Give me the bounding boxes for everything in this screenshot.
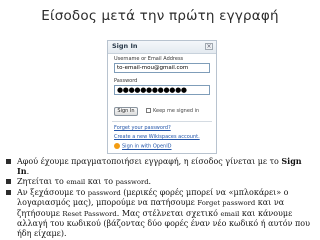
bullet-marker <box>6 159 11 164</box>
bullet-text: Αφού έχουμε πραγματοποιήσει εγγραφή, η ε… <box>17 157 282 166</box>
keep-signed-in-checkbox[interactable] <box>146 108 151 113</box>
bullet-keyword: password <box>115 177 149 186</box>
username-label: Username or Email Address <box>114 56 184 62</box>
close-icon[interactable]: × <box>205 43 213 50</box>
bullet-keyword: email <box>220 209 240 218</box>
sign-in-header: Sign In × <box>108 41 216 54</box>
keep-signed-in[interactable]: Keep me signed in <box>146 108 199 114</box>
create-account-link[interactable]: Create a new Wikispaces account. <box>114 134 200 140</box>
bullet-item: Αν ξεχάσουμε το password (μερικές φορές … <box>6 188 314 239</box>
password-label: Password <box>114 78 138 84</box>
bullet-keyword: password <box>87 188 121 197</box>
bullet-item: Αφού έχουμε πραγματοποιήσει εγγραφή, η ε… <box>6 156 314 176</box>
bullet-keyword: Reset Password <box>62 209 117 218</box>
slide-title: Είσοδος μετά την πρώτη εγγραφή <box>41 8 279 24</box>
forgot-password-link[interactable]: Forget your password? <box>114 125 171 131</box>
bullet-item: Ζητείται το email και το password. <box>6 177 314 188</box>
sign-in-button[interactable]: Sign In <box>114 107 138 116</box>
bullet-text: και το <box>85 176 116 186</box>
bullet-keyword: Forget password <box>197 199 256 208</box>
bullet-keyword: email <box>66 177 86 186</box>
bullet-text: . <box>26 166 30 176</box>
sign-in-header-title: Sign In <box>112 42 138 50</box>
openid-icon <box>114 143 120 149</box>
openid-link-label: Sign in with OpenID <box>122 143 172 150</box>
password-field[interactable]: ●●●●●●●●●●●● <box>114 85 210 95</box>
bullet-text: . <box>148 176 152 186</box>
bullet-marker <box>6 189 11 195</box>
bullet-text: Ζητείται το <box>17 176 67 186</box>
username-field[interactable]: to-email-mou@gmail.com <box>114 63 210 73</box>
bullet-text: Αν ξεχάσουμε το <box>17 187 88 197</box>
sign-in-screenshot: Sign In × Username or Email Address to-e… <box>107 40 217 154</box>
bullet-marker <box>6 178 11 184</box>
openid-link[interactable]: Sign in with OpenID <box>114 143 172 150</box>
bullet-list: Αφού έχουμε πραγματοποιήσει εγγραφή, η ε… <box>6 156 314 239</box>
bullet-text: . Μας στέλνεται σχετικό <box>116 208 221 218</box>
divider <box>112 121 212 122</box>
keep-signed-in-label: Keep me signed in <box>153 108 200 114</box>
